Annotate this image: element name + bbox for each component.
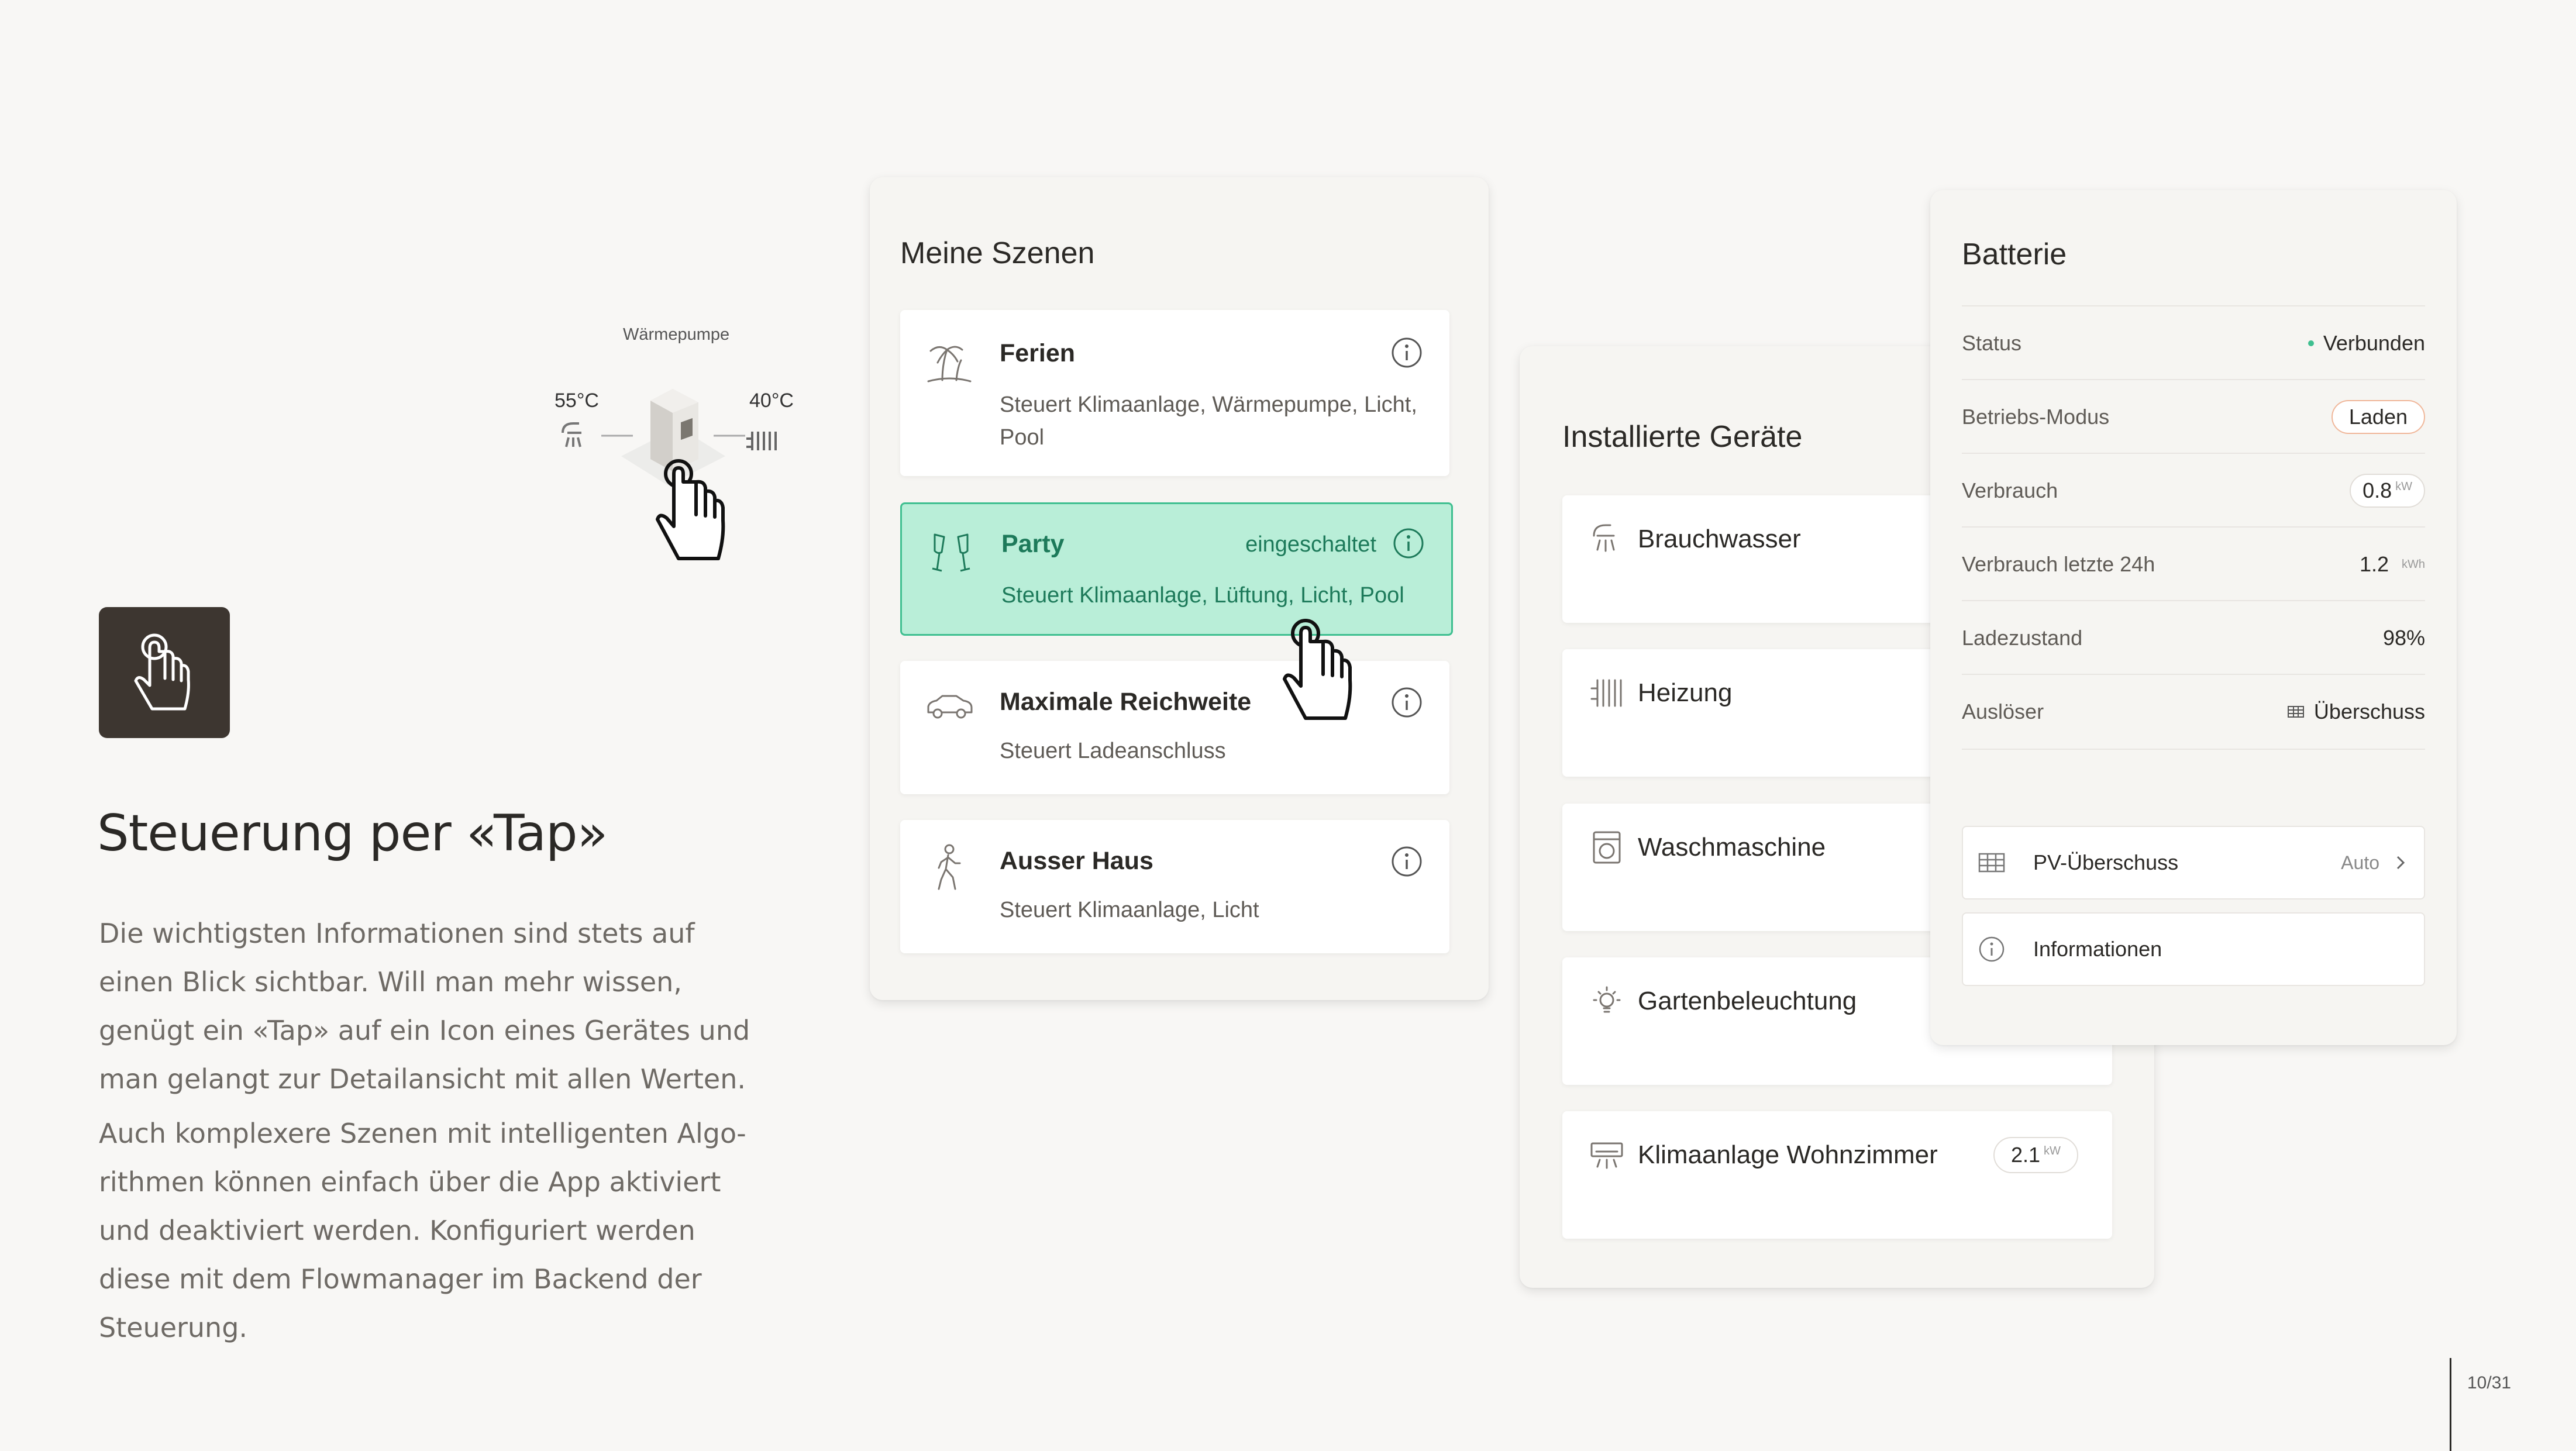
pv-ueberschuss-button[interactable]: PV-Überschuss Auto [1962,826,2425,899]
device-label: Gartenbeleuchtung [1638,987,1857,1015]
illustration-title: Wärmepumpe [623,325,730,344]
scenes-panel: Meine Szenen Ferien Steuert Klimaanlage,… [870,177,1489,1000]
tap-gesture-tile [99,607,230,738]
row-value: 0.8 kW [2350,474,2425,508]
shower-icon [562,422,581,447]
scene-card-ausser-haus[interactable]: Ausser Haus Steuert Klimaanlage, Licht [900,820,1449,953]
row-key: Verbrauch letzte 24h [1962,552,2155,576]
battery-row-ladezustand: Ladezustand 98% [1962,600,2425,675]
battery-row-verbrauch-24h: Verbrauch letzte 24h 1.2 kWh [1962,526,2425,601]
row-key: Auslöser [1962,699,2044,723]
device-label: Waschmaschine [1638,833,1826,861]
info-icon[interactable] [1391,687,1423,718]
car-icon [927,695,973,719]
battery-row-betriebs-modus: Betriebs-Modus Laden [1962,379,2425,454]
scene-card-ferien[interactable]: Ferien Steuert Klimaanlage, Wärmepumpe, … [900,310,1449,476]
action-label: Informationen [2033,937,2162,961]
battery-title: Batterie [1962,237,2067,271]
scene-description: Steuert Ladeanschluss [1000,739,1226,763]
scene-description: Steuert Klimaanlage, Wärmepumpe, Licht, … [1000,392,1417,450]
informationen-button[interactable]: Informationen [1962,912,2425,986]
air-conditioner-icon [1590,1142,1623,1169]
info-icon [1979,936,2005,962]
scene-title: Ausser Haus [1000,847,1153,875]
scenes-title: Meine Szenen [900,236,1095,270]
radiator-icon [746,432,777,450]
device-label: Brauchwasser [1638,525,1801,553]
info-icon[interactable] [1393,528,1424,559]
scene-title: Maximale Reichweite [1000,688,1252,716]
chevron-right-icon [2396,856,2405,870]
row-value: Überschuss [2287,699,2425,724]
row-value: 98% [2382,626,2425,650]
row-value: Laden [2331,400,2425,434]
row-key: Verbrauch [1962,478,2058,502]
mode-pill: Laden [2331,400,2425,434]
lightbulb-icon [1593,986,1621,1013]
battery-row-status: Status Verbunden [1962,305,2425,380]
tap-hand-icon [134,633,190,711]
battery-row-ausloeser: Auslöser Überschuss [1962,674,2425,750]
row-value: Verbunden [2308,331,2425,356]
scenes-paragraph: Auch komplexere Szenen mit intelligenten… [99,1118,746,1343]
device-label: Heizung [1638,678,1733,707]
solar-panel-icon [2287,706,2304,718]
solar-panel-icon [1978,853,2005,873]
action-value: Auto [2341,852,2406,874]
hand-pointer-icon [656,459,725,560]
devices-title: Installierte Geräte [1562,420,1803,454]
scene-description: Steuert Klimaanlage, Lüftung, Licht, Poo… [1001,583,1404,608]
row-key: Ladezustand [1962,626,2083,650]
power-badge: 2.1 kW [1993,1137,2078,1173]
radiator-icon [1590,679,1622,707]
device-card-klimaanlage-wohnzimmer[interactable]: Klimaanlage Wohnzimmer 2.1 kW [1562,1111,2112,1239]
scene-status: eingeschaltet [1245,532,1376,557]
palm-icon [927,346,972,382]
info-icon[interactable] [1391,846,1423,877]
scene-description: Steuert Klimaanlage, Licht [1000,898,1259,922]
page-number: 10/31 [2467,1373,2512,1393]
row-key: Betriebs-Modus [1962,405,2110,429]
battery-row-verbrauch: Verbrauch 0.8 kW [1962,453,2425,528]
glasses-icon [932,533,970,572]
battery-panel: Batterie Status Verbunden Betriebs-Modus… [1930,190,2457,1045]
page-divider [2450,1358,2451,1451]
heat-pump-illustration [562,389,777,560]
row-key: Status [1962,331,2022,355]
hand-pointer-icon [1283,619,1352,720]
page-headline: Steuerung per «Tap» [97,804,608,863]
device-label: Klimaanlage Wohnzimmer [1638,1140,1938,1169]
washing-machine-icon [1593,831,1621,864]
action-label: PV-Überschuss [2033,850,2179,874]
row-value: 1.2 kWh [2359,552,2425,576]
shower-icon [1593,524,1615,552]
scene-title: Party [1001,530,1065,558]
status-dot [2308,340,2314,346]
walking-person-icon [938,844,961,890]
info-icon[interactable] [1391,337,1423,368]
intro-paragraph: Die wichtigsten Informationen sind stets… [99,918,750,1095]
scene-title: Ferien [1000,339,1076,367]
